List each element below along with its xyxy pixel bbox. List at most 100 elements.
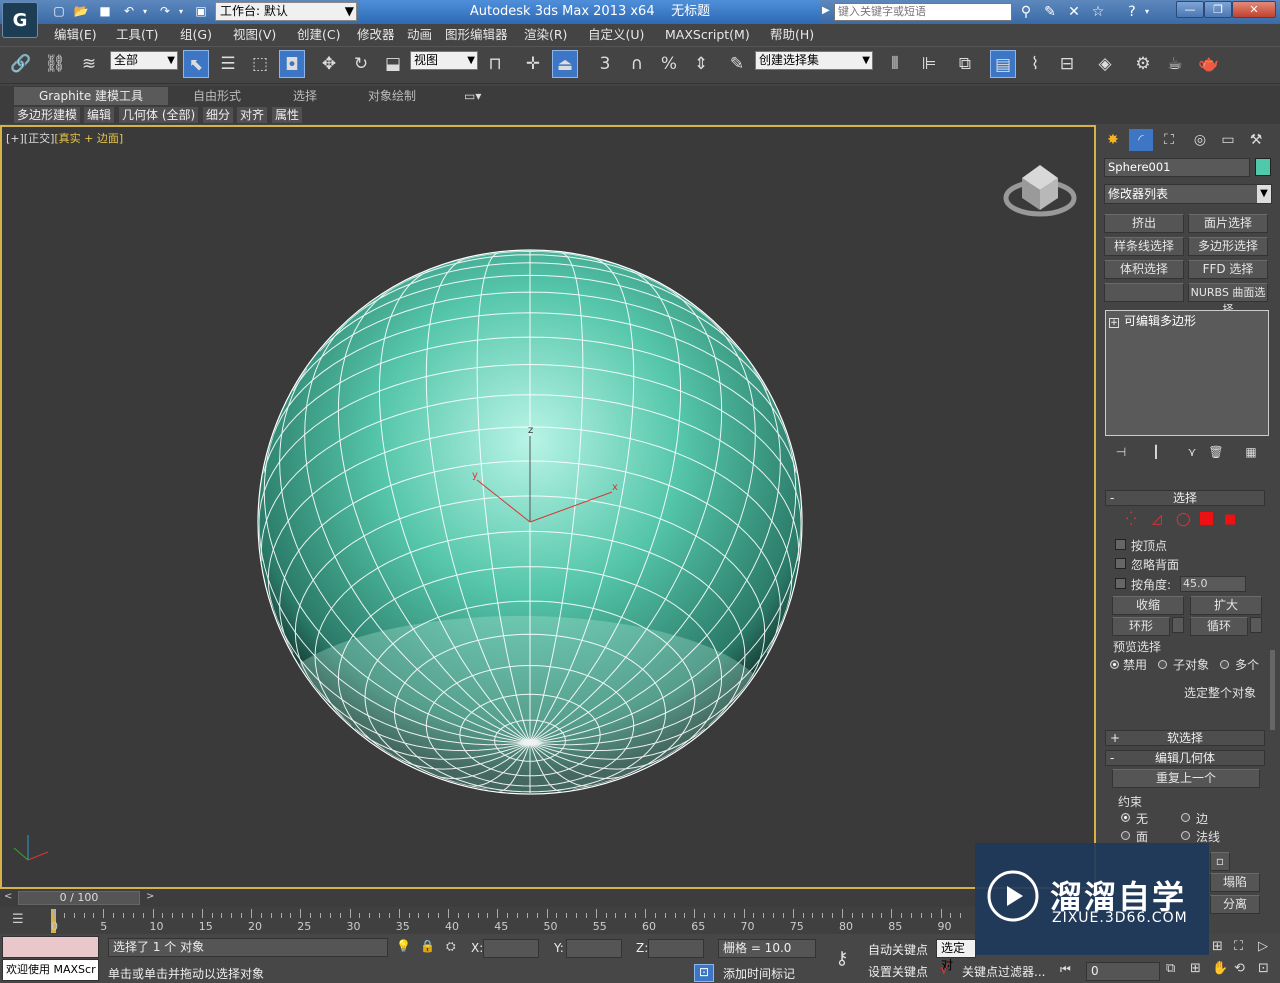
render-setup-icon[interactable]: ⚙ bbox=[1130, 50, 1156, 78]
constraint-none-radio[interactable] bbox=[1121, 813, 1130, 822]
menu-group[interactable]: 组(G) bbox=[180, 26, 212, 44]
menu-edit[interactable]: 编辑(E) bbox=[54, 26, 97, 44]
utilities-tab-icon[interactable]: ⚒ bbox=[1244, 129, 1268, 151]
go-to-start-icon[interactable]: ⏮ bbox=[1060, 962, 1071, 977]
spline-select-button[interactable]: 样条线选择 bbox=[1104, 237, 1184, 256]
mirror-icon[interactable]: ⫴ bbox=[882, 50, 908, 78]
subscription-icon[interactable]: ✎ bbox=[1040, 3, 1060, 21]
layer-manager-icon[interactable]: ⧉ bbox=[952, 50, 978, 78]
next-frame-icon[interactable]: > bbox=[146, 891, 154, 902]
time-tag-icon[interactable]: ⊡ bbox=[694, 964, 714, 982]
select-object-icon[interactable]: ⬉ bbox=[183, 50, 209, 78]
grow-button[interactable]: 扩大 bbox=[1190, 596, 1262, 615]
render-production-icon[interactable]: 🫖 bbox=[1196, 50, 1222, 78]
select-by-name-icon[interactable]: ☰ bbox=[215, 50, 241, 78]
panel-scrollbar[interactable] bbox=[1270, 650, 1275, 730]
window-crossing-icon[interactable]: ◘ bbox=[279, 50, 305, 78]
curve-editor-icon[interactable]: ⌇ bbox=[1022, 50, 1048, 78]
patch-select-button[interactable]: 面片选择 bbox=[1188, 214, 1268, 233]
favorites-star-icon[interactable]: ☆ bbox=[1088, 3, 1108, 21]
selection-filter-dropdown[interactable]: 全部 ▼ bbox=[110, 51, 178, 70]
time-slider-thumb[interactable]: 0 / 100 bbox=[18, 891, 140, 905]
loop-spinner[interactable] bbox=[1250, 617, 1262, 633]
maximize-button[interactable]: ❐ bbox=[1204, 1, 1232, 18]
panel-polygon-modeling[interactable]: 多边形建模 bbox=[14, 107, 81, 123]
menu-maxscript[interactable]: MAXScript(M) bbox=[665, 26, 750, 44]
time-config-icon[interactable]: ⧉ bbox=[1166, 961, 1175, 976]
panel-align[interactable]: 对齐 bbox=[237, 107, 268, 123]
stack-item-editable-poly[interactable]: + 可编辑多边形 bbox=[1109, 313, 1265, 329]
menu-tools[interactable]: 工具(T) bbox=[116, 26, 158, 44]
absolute-mode-icon[interactable]: ⛭ bbox=[446, 939, 456, 954]
open-file-icon[interactable]: 📂 bbox=[72, 3, 90, 20]
bind-spacewarp-icon[interactable]: ≋ bbox=[76, 50, 102, 78]
preview-multi-radio[interactable] bbox=[1220, 660, 1229, 669]
reference-coord-dropdown[interactable]: 视图 ▼ bbox=[410, 51, 478, 70]
menu-modifiers[interactable]: 修改器 bbox=[357, 26, 395, 44]
undo-dropdown-icon[interactable]: ▾ bbox=[140, 3, 150, 20]
undo-icon[interactable]: ↶ bbox=[120, 3, 138, 20]
pan-view-icon[interactable]: ✋ bbox=[1212, 961, 1228, 976]
unlink-icon[interactable]: ⛓ bbox=[42, 50, 68, 78]
modify-tab-icon[interactable]: ◜ bbox=[1129, 129, 1153, 151]
rect-selection-region-icon[interactable]: ⬚ bbox=[247, 50, 273, 78]
ignore-backfacing-checkbox[interactable] bbox=[1115, 558, 1126, 569]
help-icon[interactable]: ? bbox=[1122, 3, 1142, 21]
edit-geometry-rollout-header[interactable]: - 编辑几何体 bbox=[1105, 750, 1265, 766]
soft-selection-rollout-header[interactable]: + 软选择 bbox=[1105, 730, 1265, 746]
auto-key-button[interactable]: 自动关键点 bbox=[868, 941, 928, 958]
border-mode-icon[interactable]: ◯ bbox=[1176, 512, 1191, 527]
panel-properties[interactable]: 属性 bbox=[272, 107, 303, 123]
constraint-normal-radio[interactable] bbox=[1181, 831, 1190, 840]
object-color-swatch[interactable] bbox=[1255, 158, 1271, 176]
redo-dropdown-icon[interactable]: ▾ bbox=[176, 3, 186, 20]
by-vertex-checkbox[interactable] bbox=[1115, 539, 1126, 550]
create-tab-icon[interactable]: ✸ bbox=[1101, 129, 1125, 151]
material-editor-icon[interactable]: ◈ bbox=[1092, 50, 1118, 78]
angle-spinner[interactable]: 45.0 bbox=[1180, 576, 1246, 592]
menu-rendering[interactable]: 渲染(R) bbox=[524, 26, 567, 44]
edit-named-selection-icon[interactable]: ✎ bbox=[724, 50, 750, 78]
display-tab-icon[interactable]: ▭ bbox=[1216, 129, 1240, 151]
zoom-extents-all-icon[interactable]: ⛶ bbox=[1234, 939, 1243, 954]
poly-select-button[interactable]: 多边形选择 bbox=[1188, 237, 1268, 256]
configure-sets-icon[interactable]: ▦ bbox=[1242, 445, 1260, 461]
link-icon[interactable]: 🔗 bbox=[8, 50, 34, 78]
snaps-toggle-icon[interactable]: 3 bbox=[592, 50, 618, 78]
prev-frame-icon[interactable]: < bbox=[4, 891, 12, 902]
ffd-select-button[interactable]: FFD 选择 bbox=[1188, 260, 1268, 279]
menu-animation[interactable]: 动画 bbox=[407, 26, 432, 44]
volume-select-button[interactable]: 体积选择 bbox=[1104, 260, 1184, 279]
remove-modifier-icon[interactable]: 🗑 bbox=[1207, 445, 1225, 461]
object-name-field[interactable]: Sphere001 bbox=[1104, 158, 1250, 177]
schematic-view-icon[interactable]: ⊟ bbox=[1054, 50, 1080, 78]
zoom-extents-icon[interactable]: ⊞ bbox=[1190, 961, 1201, 976]
menu-graph-editors[interactable]: 图形编辑器 bbox=[445, 26, 508, 44]
nurbs-surface-select-button[interactable]: NURBS 曲面选择 bbox=[1188, 283, 1268, 316]
panel-subdivision[interactable]: 细分 bbox=[203, 107, 234, 123]
caret-right-icon[interactable]: ▶ bbox=[822, 5, 830, 16]
vertex-mode-icon[interactable]: ⁛ bbox=[1126, 512, 1136, 527]
y-coord-field[interactable] bbox=[566, 939, 622, 958]
tab-freeform[interactable]: 自由形式 bbox=[193, 88, 241, 104]
mini-curve-editor-icon[interactable]: ☰ bbox=[12, 912, 24, 927]
by-angle-checkbox[interactable] bbox=[1115, 578, 1126, 589]
scale-icon[interactable]: ⬓ bbox=[380, 50, 406, 78]
collapse-button[interactable]: 塌陷 bbox=[1210, 873, 1260, 892]
expand-icon[interactable]: + bbox=[1109, 318, 1119, 328]
ribbon-options-icon[interactable]: ▭▾ bbox=[464, 88, 481, 104]
element-mode-icon[interactable]: ■ bbox=[1224, 512, 1236, 527]
constraint-edge-radio[interactable] bbox=[1181, 813, 1190, 822]
ring-button[interactable]: 环形 bbox=[1112, 617, 1170, 636]
minimize-button[interactable]: — bbox=[1176, 1, 1204, 18]
viewcube-icon[interactable] bbox=[1003, 165, 1077, 217]
graphite-toggle-icon[interactable]: ▤ bbox=[990, 50, 1016, 78]
menu-views[interactable]: 视图(V) bbox=[233, 26, 276, 44]
keyboard-shortcut-override-icon[interactable]: ⏏ bbox=[552, 50, 578, 78]
project-folder-icon[interactable]: ▣ bbox=[192, 3, 210, 20]
workspace-dropdown[interactable]: 工作台: 默认 ▼ bbox=[215, 2, 357, 21]
settings-icon[interactable]: ▫ bbox=[1210, 852, 1230, 871]
binoculars-icon[interactable]: ⚲ bbox=[1016, 3, 1036, 21]
track-bar[interactable] bbox=[0, 907, 975, 934]
field-of-view-icon[interactable]: ▷ bbox=[1258, 939, 1268, 954]
